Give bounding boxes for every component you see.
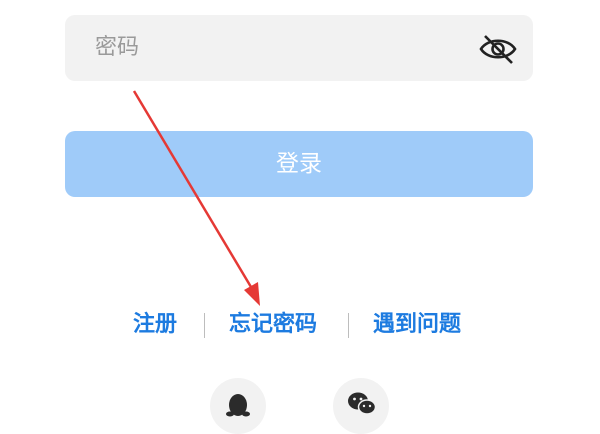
link-divider: [204, 313, 205, 338]
forgot-password-link[interactable]: 忘记密码: [229, 305, 317, 345]
eye-off-icon[interactable]: [479, 34, 517, 64]
help-link[interactable]: 遇到问题: [373, 305, 461, 345]
auth-links: 注册 忘记密码 遇到问题: [0, 305, 600, 345]
qq-login-button[interactable]: [210, 378, 266, 434]
login-button[interactable]: 登录: [65, 131, 533, 197]
register-link[interactable]: 注册: [133, 305, 177, 345]
qq-icon: [226, 394, 250, 417]
wechat-login-button[interactable]: [333, 378, 389, 434]
password-field[interactable]: 密码: [65, 15, 533, 81]
wechat-icon: [348, 392, 377, 415]
password-placeholder: 密码: [95, 35, 140, 60]
link-divider: [348, 313, 349, 338]
